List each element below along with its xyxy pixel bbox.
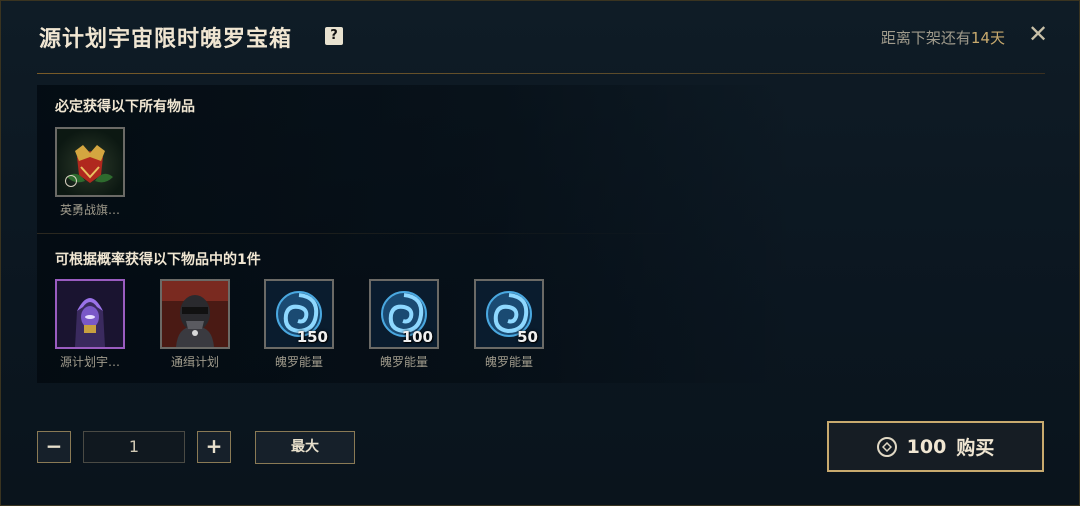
close-icon[interactable]: ✕ <box>1027 22 1049 46</box>
item-label: 魄罗能量 <box>379 355 428 369</box>
timer-prefix: 距离下架还有 <box>880 29 971 47</box>
poro-chest-dialog: 源计划宇宙限时魄罗宝箱 ? 距离下架还有14天 ✕ 必定获得以下所有物品 英勇战… <box>0 0 1080 506</box>
valor-banner-icon <box>55 127 125 197</box>
chance-section-title: 可根据概率获得以下物品中的1件 <box>55 252 261 268</box>
quantity-input[interactable]: 1 <box>83 431 185 463</box>
decrease-quantity-button[interactable]: − <box>37 431 71 463</box>
max-quantity-button[interactable]: 最大 <box>255 431 355 464</box>
section-divider <box>37 233 687 234</box>
clock-icon <box>65 175 77 187</box>
item-label: 魄罗能量 <box>484 355 533 369</box>
removal-timer: 距离下架还有14天 <box>881 27 1005 48</box>
header-divider <box>37 73 1045 74</box>
buy-price: 100 <box>906 435 947 458</box>
currency-icon <box>876 436 897 457</box>
poro-energy-icon: 100 <box>369 279 439 349</box>
item-label: 源计划宇… <box>59 355 120 369</box>
item-label: 魄罗能量 <box>274 355 323 369</box>
timer-days: 14天 <box>970 29 1005 47</box>
item-quantity: 150 <box>296 328 328 346</box>
item-quantity: 100 <box>401 328 433 346</box>
item-quantity: 50 <box>517 328 538 346</box>
poro-energy-icon: 150 <box>264 279 334 349</box>
item-label: 英勇战旗… <box>59 203 120 217</box>
buy-button[interactable]: 100 购买 <box>827 421 1044 472</box>
project-skin-icon <box>55 279 125 349</box>
buy-label: 购买 <box>956 437 995 459</box>
increase-quantity-button[interactable]: + <box>197 431 231 463</box>
dialog-title: 源计划宇宙限时魄罗宝箱 <box>39 27 293 52</box>
guaranteed-section-title: 必定获得以下所有物品 <box>55 99 195 115</box>
help-icon[interactable]: ? <box>325 27 343 45</box>
wanted-project-icon <box>160 279 230 349</box>
item-label: 通缉计划 <box>170 355 219 369</box>
poro-energy-icon: 50 <box>474 279 544 349</box>
